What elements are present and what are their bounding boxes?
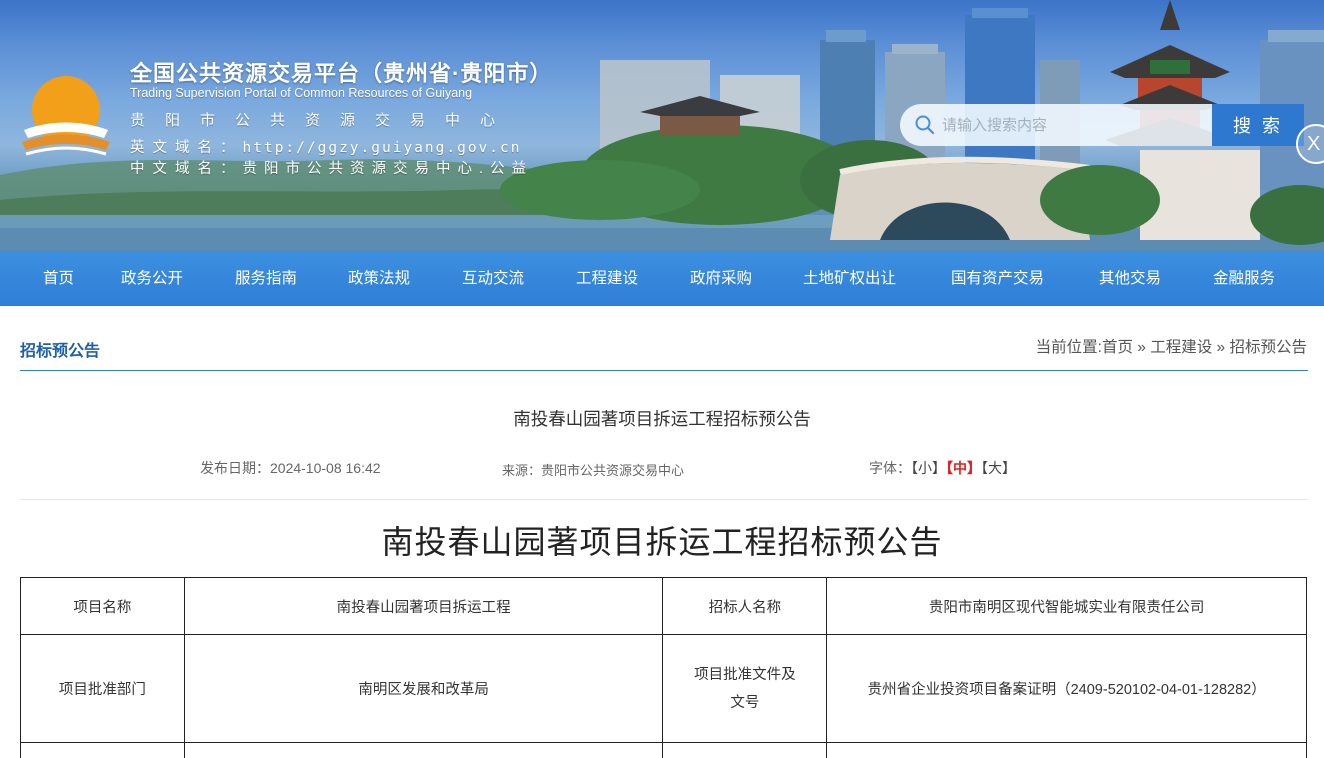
breadcrumb-separator: » [1212,339,1230,356]
publish-date: 发布日期：2024-10-08 16:42 [200,458,381,478]
meta-divider [20,499,1308,500]
breadcrumb-separator: » [1133,339,1151,356]
search-icon [915,115,935,135]
nav-item-home[interactable]: 首页 [43,251,74,306]
chinese-domain-line: 中文域名：贵阳市公共资源交易中心.公益 [130,157,533,178]
table-row: 项目批准部门 南明区发展和改革局 项目批准文件及文号 贵州省企业投资项目备案证明… [20,634,1307,743]
chinese-domain-value: 贵阳市公共资源交易中心.公益 [242,161,534,177]
nav-item-service-guide[interactable]: 服务指南 [235,251,297,306]
search-input[interactable] [942,116,1202,134]
font-size-small[interactable]: 【小】 [911,460,946,476]
publish-date-value: 2024-10-08 16:42 [270,460,381,476]
nav-item-procurement[interactable]: 政府采购 [690,251,752,306]
header-banner: 全国公共资源交易平台（贵州省·贵阳市） Trading Supervision … [0,0,1324,251]
center-name: 贵阳市公共资源交易中心 [130,112,516,129]
nav-item-government-affairs[interactable]: 政务公开 [121,251,183,306]
table-cell-empty [662,742,828,758]
article-heading: 南投春山园著项目拆运工程招标预公告 [381,524,943,560]
font-size-medium[interactable]: 【中】 [946,460,981,476]
nav-item-construction[interactable]: 工程建设 [576,251,638,306]
english-domain-line: 英文域名：http://ggzy.guiyang.gov.cn [130,136,521,157]
project-info-table: 项目名称 南投春山园著项目拆运工程 招标人名称 贵阳市南明区现代智能城实业有限责… [20,577,1307,758]
chinese-domain-label: 中文域名： [130,161,243,177]
site-subtitle-en: Trading Supervision Portal of Common Res… [130,86,473,100]
table-row: 项目名称 南投春山园著项目拆运工程 招标人名称 贵阳市南明区现代智能城实业有限责… [20,577,1307,635]
nav-item-interaction[interactable]: 互动交流 [462,251,524,306]
nav-item-policies[interactable]: 政策法规 [348,251,410,306]
table-row [20,742,1307,758]
table-cell-value: 南明区发展和改革局 [183,634,664,743]
font-size-large[interactable]: 【大】 [981,460,1016,476]
section-divider [20,370,1308,371]
breadcrumb-current-link[interactable]: 招标预公告 [1229,339,1307,356]
search-box [900,104,1212,146]
source-label: 来源： [502,463,542,478]
table-cell-label: 项目批准部门 [20,634,185,743]
nav-item-financial-services[interactable]: 金融服务 [1213,251,1275,306]
table-cell-empty [826,742,1307,758]
table-cell-empty [183,742,664,758]
table-cell-label: 项目批准文件及文号 [662,634,828,743]
source-value: 贵阳市公共资源交易中心 [541,463,685,478]
nav-item-land-mining[interactable]: 土地矿权出让 [803,251,896,306]
table-cell-value: 贵阳市南明区现代智能城实业有限责任公司 [826,577,1307,635]
table-cell-value: 南投春山园著项目拆运工程 [183,577,664,635]
nav-item-other-trading[interactable]: 其他交易 [1099,251,1161,306]
breadcrumb-construction-link[interactable]: 工程建设 [1150,339,1212,356]
main-nav: 首页 政务公开 服务指南 政策法规 互动交流 工程建设 政府采购 土地矿权出让 … [0,251,1324,306]
table-cell-label: 招标人名称 [662,577,828,635]
publish-date-label: 发布日期： [200,460,270,476]
section-title: 招标预公告 [20,343,101,360]
font-size-switcher: 字体：【小】【中】【大】 [869,458,1016,478]
english-domain-value: http://ggzy.guiyang.gov.cn [242,140,522,156]
table-cell-value: 贵州省企业投资项目备案证明（2409-520102-04-01-128282） [826,634,1307,743]
site-logo-icon [22,76,110,156]
search-button[interactable]: 搜 索 [1212,104,1304,146]
font-size-label: 字体： [869,460,911,476]
breadcrumb: 当前位置:首页 » 工程建设 » 招标预公告 [1036,335,1307,357]
table-cell-label: 项目名称 [20,577,185,635]
site-title: 全国公共资源交易平台（贵州省·贵阳市） [130,61,553,86]
source: 来源：贵阳市公共资源交易中心 [502,460,684,479]
english-domain-label: 英文域名： [130,140,243,156]
breadcrumb-prefix: 当前位置: [1035,339,1102,356]
breadcrumb-home-link[interactable]: 首页 [1102,339,1133,356]
nav-item-state-assets[interactable]: 国有资产交易 [951,251,1044,306]
table-cell-empty [20,742,185,758]
article-title: 南投春山园著项目拆运工程招标预公告 [513,409,811,429]
